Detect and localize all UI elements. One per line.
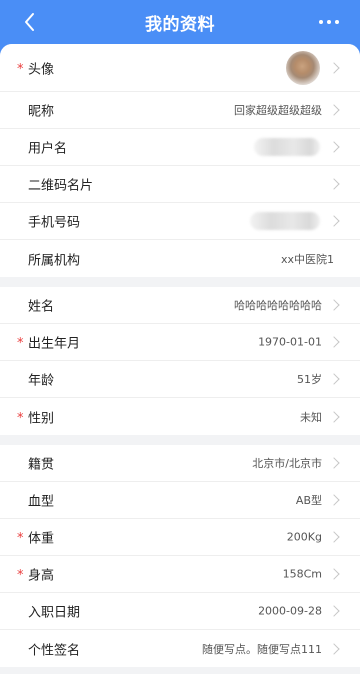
hire-date-value: 2000-09-28 xyxy=(258,604,322,618)
avatar-row[interactable]: * 头像 xyxy=(0,44,360,92)
row-label: 血型 xyxy=(28,494,55,510)
name-value: 哈哈哈哈哈哈哈哈 xyxy=(234,299,322,312)
organization-value: xx中医院1 xyxy=(280,252,334,266)
chevron-right-icon xyxy=(328,178,340,190)
row-label: 性别 xyxy=(28,411,55,426)
nickname-row[interactable]: 昵称 回家超级超级超级 xyxy=(0,92,360,129)
blood-type-row[interactable]: 血型 AB型 xyxy=(0,482,360,519)
row-label: 入职日期 xyxy=(28,605,81,621)
row-label: 用户名 xyxy=(28,141,68,157)
chevron-right-icon xyxy=(328,215,340,227)
row-label: 手机号码 xyxy=(28,215,81,231)
profile-content: * 头像 昵称 回家超级超级超级 用户名 二维码名片 手机号码 所属机构 xx中… xyxy=(0,44,360,674)
chevron-right-icon xyxy=(328,457,340,469)
nickname-value: 回家超级超级超级 xyxy=(234,104,322,117)
organization-row: 所属机构 xx中医院1 xyxy=(0,240,360,277)
more-dots-icon xyxy=(319,20,339,24)
row-label: 体重 xyxy=(28,531,55,547)
required-mark: * xyxy=(17,568,24,584)
chevron-right-icon xyxy=(328,642,340,655)
chevron-right-icon xyxy=(328,494,340,506)
age-row[interactable]: 年龄 51岁 xyxy=(0,361,360,398)
row-label: 出生年月 xyxy=(28,336,81,352)
height-row[interactable]: * 身高 158Cm xyxy=(0,556,360,593)
chevron-right-icon xyxy=(328,104,340,116)
hometown-value: 北京市/北京市 xyxy=(252,457,322,470)
row-label: 二维码名片 xyxy=(28,178,94,194)
birthdate-row[interactable]: * 出生年月 1970-01-01 xyxy=(0,324,360,361)
age-value: 51岁 xyxy=(297,373,322,386)
chevron-right-icon xyxy=(328,61,340,74)
hometown-row[interactable]: 籍贯 北京市/北京市 xyxy=(0,445,360,482)
row-label: 所属机构 xyxy=(28,253,81,268)
birthdate-value: 1970-01-01 xyxy=(258,335,322,349)
chevron-right-icon xyxy=(328,299,340,311)
required-mark: * xyxy=(17,61,24,77)
username-redacted-value xyxy=(254,138,320,156)
chevron-right-icon xyxy=(328,531,340,543)
required-mark: * xyxy=(17,410,24,426)
row-label: 个性签名 xyxy=(28,643,81,658)
avatar[interactable] xyxy=(286,51,320,85)
gender-value: 未知 xyxy=(300,410,322,424)
name-row[interactable]: 姓名 哈哈哈哈哈哈哈哈 xyxy=(0,287,360,324)
header-bar: 我的资料 xyxy=(0,0,360,44)
blood-type-value: AB型 xyxy=(295,494,322,507)
username-row[interactable]: 用户名 xyxy=(0,129,360,166)
row-label: 头像 xyxy=(28,62,55,77)
phone-redacted-value xyxy=(250,212,320,230)
row-label: 年龄 xyxy=(28,373,55,389)
weight-row[interactable]: * 体重 200Kg xyxy=(0,519,360,556)
row-label: 身高 xyxy=(28,568,55,584)
chevron-right-icon xyxy=(328,373,340,385)
qrcode-card-row[interactable]: 二维码名片 xyxy=(0,166,360,203)
row-label: 籍贯 xyxy=(28,457,55,473)
signature-row[interactable]: 个性签名 随便写点。随便写点111 xyxy=(0,630,360,667)
account-section: * 头像 昵称 回家超级超级超级 用户名 二维码名片 手机号码 所属机构 xx中… xyxy=(0,44,360,277)
height-value: 158Cm xyxy=(282,567,322,581)
chevron-right-icon xyxy=(328,605,340,617)
chevron-right-icon xyxy=(328,568,340,580)
signature-value: 随便写点。随便写点111 xyxy=(202,642,322,656)
page-title: 我的资料 xyxy=(145,15,215,35)
row-label: 昵称 xyxy=(28,104,55,120)
chevron-right-icon xyxy=(328,410,340,423)
details-section: 籍贯 北京市/北京市 血型 AB型 * 体重 200Kg * 身高 158Cm … xyxy=(0,445,360,667)
row-label: 姓名 xyxy=(28,299,55,315)
required-mark: * xyxy=(17,531,24,547)
gender-row[interactable]: * 性别 未知 xyxy=(0,398,360,435)
weight-value: 200Kg xyxy=(286,530,322,544)
more-button[interactable] xyxy=(316,10,342,34)
phone-row[interactable]: 手机号码 xyxy=(0,203,360,240)
chevron-right-icon xyxy=(328,141,340,153)
personal-section: 姓名 哈哈哈哈哈哈哈哈 * 出生年月 1970-01-01 年龄 51岁 * 性… xyxy=(0,287,360,435)
hire-date-row[interactable]: 入职日期 2000-09-28 xyxy=(0,593,360,630)
chevron-right-icon xyxy=(328,336,340,348)
required-mark: * xyxy=(17,336,24,352)
